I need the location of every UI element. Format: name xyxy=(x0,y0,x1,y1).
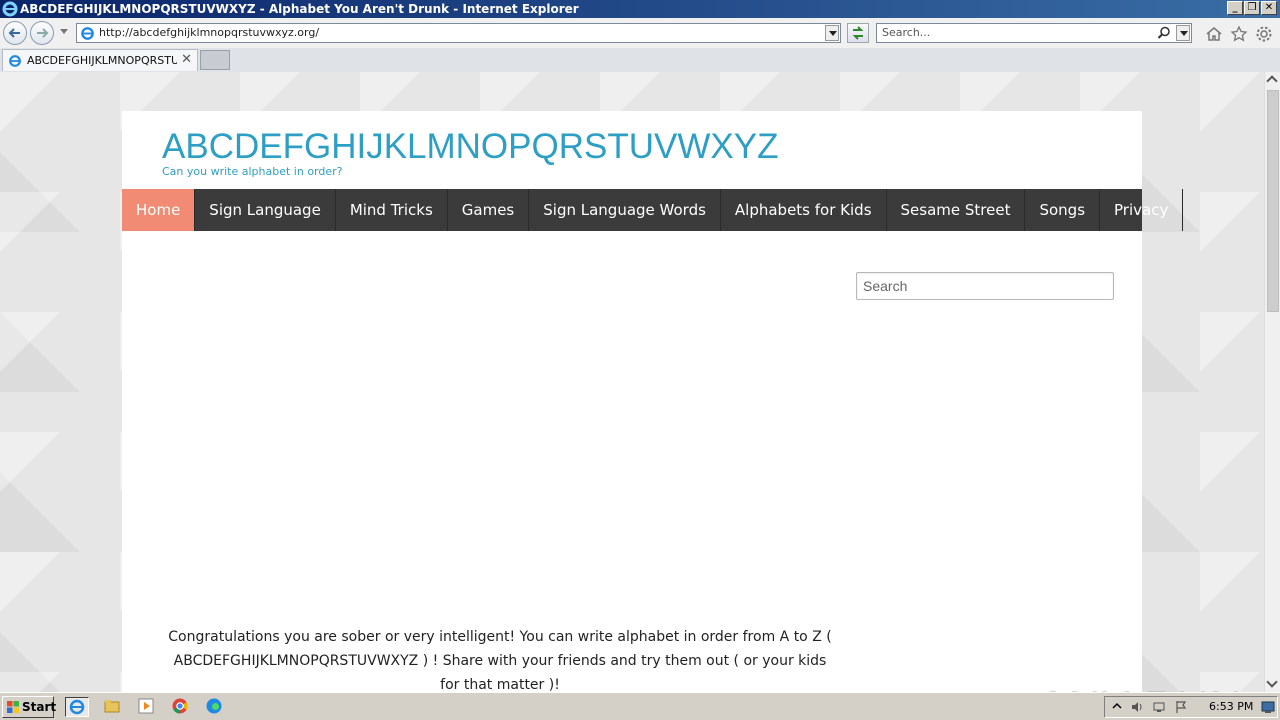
tab-bar: ABCDEFGHIJKLMNOPQRSTU... ✕ xyxy=(0,48,1280,72)
page-viewport: ABCDEFGHIJKLMNOPQRSTUVWXYZ Can you write… xyxy=(0,72,1264,692)
chrome-icon xyxy=(172,698,188,714)
site-page: ABCDEFGHIJKLMNOPQRSTUVWXYZ Can you write… xyxy=(122,111,1184,692)
browser-navbar: http://abcdefghijklmnopqrstuvwxyz.org/ S… xyxy=(0,18,1280,48)
tab-close-icon[interactable]: ✕ xyxy=(181,53,192,67)
close-window-button[interactable]: ✕ xyxy=(1261,1,1277,15)
history-dropdown-icon[interactable] xyxy=(60,29,68,34)
address-dropdown-icon[interactable] xyxy=(825,25,839,41)
vertical-scrollbar[interactable] xyxy=(1264,72,1280,692)
show-desktop-icon[interactable] xyxy=(1261,700,1275,714)
scroll-up-arrow-icon[interactable] xyxy=(1265,72,1280,88)
new-tab-button[interactable] xyxy=(200,50,230,70)
nav-item-songs[interactable]: Songs xyxy=(1025,189,1101,231)
refresh-icon xyxy=(852,26,864,40)
page-favicon-icon xyxy=(81,27,94,40)
address-bar[interactable]: http://abcdefghijklmnopqrstuvwxyz.org/ xyxy=(76,23,841,43)
nav-item-mind-tricks[interactable]: Mind Tricks xyxy=(336,189,448,231)
taskbar-media-player[interactable] xyxy=(135,697,159,717)
window-titlebar: ABCDEFGHIJKLMNOPQRSTUVWXYZ - Alphabet Yo… xyxy=(0,0,1280,18)
system-tray: 6:53 PM xyxy=(1104,696,1278,718)
start-button[interactable]: Start xyxy=(2,696,57,718)
windows-taskbar: Start 6:53 PM xyxy=(0,692,1280,720)
congratulations-message: Congratulations you are sober or very in… xyxy=(168,629,832,692)
site-title[interactable]: ABCDEFGHIJKLMNOPQRSTUVWXYZ xyxy=(162,128,778,166)
refresh-button[interactable] xyxy=(847,23,869,43)
network-icon[interactable] xyxy=(1152,700,1166,714)
taskbar-file-explorer[interactable] xyxy=(101,697,125,717)
browser-search-placeholder: Search... xyxy=(882,26,931,39)
internet-explorer-icon xyxy=(69,699,85,715)
anyrun-watermark: ANY RUN xyxy=(1038,682,1242,692)
favorites-star-icon[interactable] xyxy=(1230,25,1248,43)
action-center-flag-icon[interactable] xyxy=(1174,700,1188,714)
search-icon[interactable] xyxy=(1157,26,1171,40)
tab-current[interactable]: ABCDEFGHIJKLMNOPQRSTU... ✕ xyxy=(2,49,198,71)
taskbar-clock[interactable]: 6:53 PM xyxy=(1209,700,1253,713)
volume-icon[interactable] xyxy=(1130,700,1144,714)
site-nav-menu: Home Sign Language Mind Tricks Games Sig… xyxy=(122,189,1184,231)
start-label: Start xyxy=(22,700,57,714)
forward-arrow-icon xyxy=(37,28,49,38)
home-icon[interactable] xyxy=(1205,25,1223,43)
scroll-down-arrow-icon[interactable] xyxy=(1265,676,1280,692)
minimize-button[interactable]: _ xyxy=(1227,1,1243,15)
forward-button[interactable] xyxy=(30,21,54,45)
search-dropdown-icon[interactable] xyxy=(1176,25,1190,41)
back-arrow-icon xyxy=(8,28,20,38)
nav-item-privacy[interactable]: Privacy xyxy=(1100,189,1184,231)
taskbar-chrome[interactable] xyxy=(169,697,193,717)
internet-explorer-icon xyxy=(2,1,18,17)
media-player-icon xyxy=(138,698,154,714)
address-url: http://abcdefghijklmnopqrstuvwxyz.org/ xyxy=(99,26,320,39)
taskbar-internet-explorer[interactable] xyxy=(65,697,89,717)
taskbar-edge[interactable] xyxy=(203,697,227,717)
nav-item-sign-language-words[interactable]: Sign Language Words xyxy=(529,189,721,231)
site-search-input[interactable]: Search xyxy=(856,272,1114,300)
scroll-thumb[interactable] xyxy=(1267,90,1279,312)
restore-button[interactable]: ❐ xyxy=(1244,1,1260,15)
windows-flag-icon xyxy=(7,701,19,713)
window-title: ABCDEFGHIJKLMNOPQRSTUVWXYZ - Alphabet Yo… xyxy=(20,2,579,16)
nav-item-sign-language[interactable]: Sign Language xyxy=(195,189,336,231)
edge-icon xyxy=(206,698,222,714)
folder-icon xyxy=(104,700,120,713)
tray-expand-icon[interactable] xyxy=(1110,700,1124,714)
tab-label: ABCDEFGHIJKLMNOPQRSTU... xyxy=(27,54,177,67)
nav-item-sesame-street[interactable]: Sesame Street xyxy=(887,189,1026,231)
gear-icon[interactable] xyxy=(1255,25,1273,43)
tab-favicon-icon xyxy=(9,55,21,67)
browser-search-box[interactable]: Search... xyxy=(876,23,1192,43)
nav-item-home[interactable]: Home xyxy=(122,189,196,231)
site-search-placeholder: Search xyxy=(863,278,908,294)
nav-item-alphabets-for-kids[interactable]: Alphabets for Kids xyxy=(721,189,887,231)
back-button[interactable] xyxy=(3,21,27,45)
nav-item-games[interactable]: Games xyxy=(448,189,530,231)
site-tagline: Can you write alphabet in order? xyxy=(162,165,343,178)
